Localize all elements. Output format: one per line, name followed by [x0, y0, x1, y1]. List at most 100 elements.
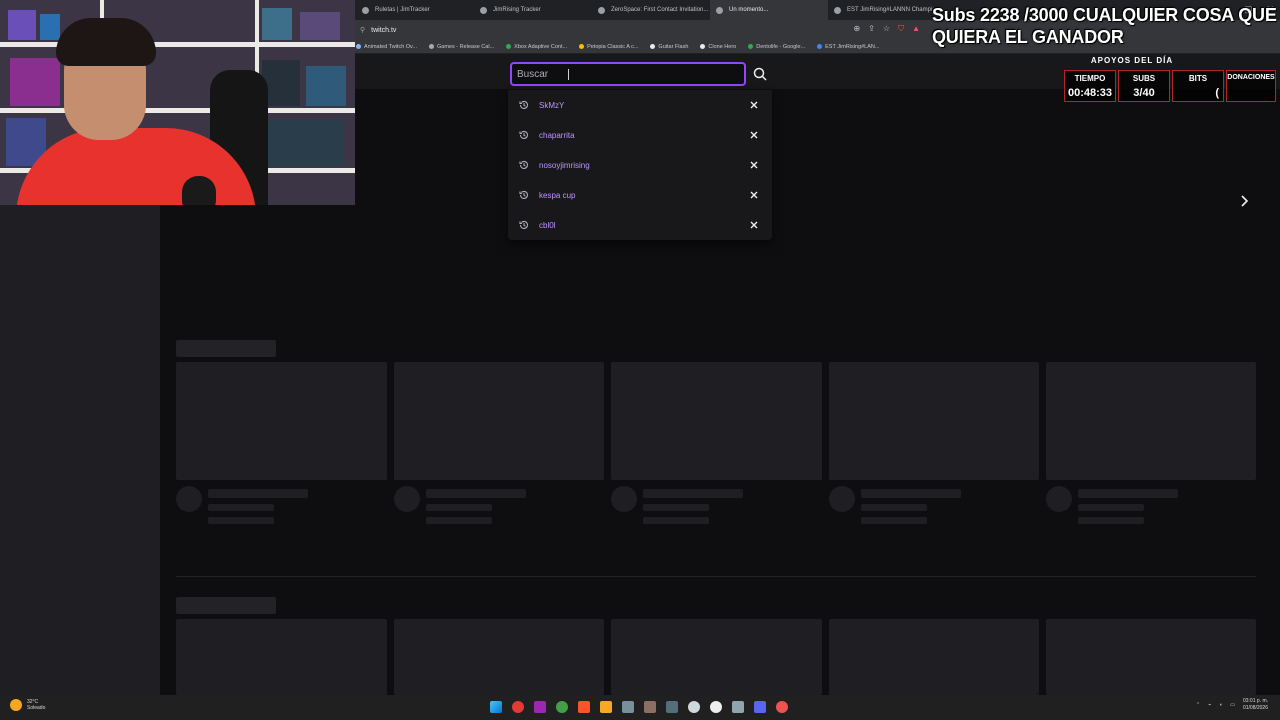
windows-taskbar: 32°C Soleado ⌃ ⌁ ◖ ▭ 03:01 p. m. 01/08/2…	[0, 695, 1280, 720]
tab-favicon-icon	[834, 6, 841, 14]
stream-card-placeholder[interactable]	[394, 362, 604, 480]
stream-card-placeholder[interactable]	[1046, 619, 1256, 695]
text-line-placeholder	[1078, 489, 1178, 498]
weather-text: 32°C Soleado	[27, 699, 45, 711]
bookmark-item[interactable]: EST JimRising#LAN...	[817, 44, 879, 50]
bookmark-item[interactable]: Guitar Flash	[650, 44, 688, 50]
app-icon[interactable]	[622, 701, 634, 713]
background-shelf	[0, 42, 355, 47]
remove-history-button[interactable]	[748, 129, 760, 141]
stream-card-placeholder[interactable]	[611, 619, 822, 695]
bookmark-label: Animated Twitch Ov...	[364, 43, 417, 50]
remove-history-button[interactable]	[748, 159, 760, 171]
chrome-icon[interactable]	[556, 701, 568, 713]
stream-card-placeholder[interactable]	[829, 362, 1039, 480]
avatar-placeholder	[1046, 486, 1072, 512]
history-item[interactable]: chaparrita	[508, 120, 772, 150]
app-icon[interactable]	[776, 701, 788, 713]
stream-card-placeholder[interactable]	[394, 619, 604, 695]
stream-card-placeholder[interactable]	[1046, 362, 1256, 480]
browser-tab[interactable]: Ruletas | JimTracker	[356, 0, 474, 20]
text-line-placeholder	[643, 504, 709, 511]
bookmark-label: Guitar Flash	[658, 43, 689, 50]
settings-icon[interactable]	[732, 701, 744, 713]
brave-icon[interactable]	[578, 701, 590, 713]
bookmark-item[interactable]: Animated Twitch Ov...	[356, 44, 417, 50]
chevron-right-icon[interactable]	[1238, 194, 1250, 208]
stream-card-placeholder[interactable]	[176, 362, 387, 480]
folder-icon[interactable]	[600, 701, 612, 713]
remove-history-button[interactable]	[748, 189, 760, 201]
stat-value: (	[1215, 87, 1219, 99]
search-button[interactable]	[750, 64, 770, 84]
app-icon[interactable]	[534, 701, 546, 713]
search-box	[510, 62, 746, 86]
media-player-icon[interactable]	[710, 701, 722, 713]
url-field[interactable]: ⚲ twitch.tv	[360, 26, 396, 35]
network-icon[interactable]: ⌁	[1208, 702, 1211, 708]
text-line-placeholder	[208, 517, 274, 524]
shelf-item	[10, 58, 60, 106]
share-icon[interactable]: ⇪	[868, 24, 875, 34]
shield-icon[interactable]: ⛉	[898, 24, 904, 34]
stream-card-placeholder[interactable]	[829, 619, 1039, 695]
shelf-item	[300, 12, 340, 40]
browser-tab[interactable]: JimRising Tracker	[474, 0, 592, 20]
history-item[interactable]: kespa cup	[508, 180, 772, 210]
browser-tab[interactable]: ZeroSpace: First Contact Invitation...	[592, 0, 710, 20]
remove-history-button[interactable]	[748, 219, 760, 231]
close-icon	[750, 161, 758, 169]
history-item[interactable]: nosoyjimrising	[508, 150, 772, 180]
site-info-icon[interactable]: ⚲	[360, 26, 365, 34]
bookmark-item[interactable]: Games - Release Cal...	[428, 44, 494, 50]
section-title-placeholder	[176, 340, 276, 357]
weather-widget[interactable]: 32°C Soleado	[10, 699, 45, 711]
keyboard-icon[interactable]: ▭	[1230, 702, 1235, 708]
stat-donations: DONACIONES	[1226, 70, 1276, 102]
bookmark-star-icon[interactable]: ☆	[883, 24, 890, 34]
tab-label: JimRising Tracker	[493, 7, 541, 13]
tab-favicon-icon	[362, 6, 369, 14]
obs-icon[interactable]	[688, 701, 700, 713]
remove-history-button[interactable]	[748, 99, 760, 111]
tab-label: Ruletas | JimTracker	[375, 7, 430, 13]
tab-label: ZeroSpace: First Contact Invitation...	[611, 7, 709, 13]
weather-desc: Soleado	[27, 705, 46, 711]
sun-icon	[10, 699, 22, 711]
history-item-label: SkMzY	[539, 100, 565, 110]
history-item-label: nosoyjimrising	[539, 160, 590, 170]
bookmark-item[interactable]: Petopia Classic A c...	[579, 44, 638, 50]
discord-icon[interactable]	[754, 701, 766, 713]
history-icon	[519, 190, 528, 199]
subs-goal-banner: Subs 2238 /3000 CUALQUIER COSA QUE QUIER…	[932, 5, 1277, 47]
bookmark-item[interactable]: Dentolife - Google...	[748, 44, 805, 50]
app-icon[interactable]	[644, 701, 656, 713]
clock[interactable]: 03:01 p. m. 01/08/2026	[1243, 698, 1268, 712]
shelf-item	[262, 8, 292, 40]
stream-card-placeholder[interactable]	[176, 619, 387, 695]
windows-start-icon[interactable]	[490, 701, 502, 713]
text-line-placeholder	[643, 489, 743, 498]
history-item[interactable]: SkMzY	[508, 90, 772, 120]
chevron-up-icon[interactable]: ⌃	[1196, 702, 1200, 708]
bookmark-favicon-icon	[506, 44, 512, 49]
history-item-label: cbl0l	[539, 220, 556, 230]
bookmark-item[interactable]: Xbox Adaptive Cont...	[506, 44, 567, 50]
zoom-icon[interactable]: ⊕	[854, 24, 861, 34]
history-item[interactable]: cbl0l	[508, 210, 772, 240]
screen: Ruletas | JimTracker JimRising Tracker Z…	[0, 0, 1280, 720]
bookmark-item[interactable]: Clone Hero	[700, 44, 736, 50]
bookmark-label: Xbox Adaptive Cont...	[514, 43, 568, 50]
address-bar-actions: ⊕ ⇪ ☆ ⛉ ▲	[854, 24, 921, 34]
browser-tab-active[interactable]: Un momento...	[710, 0, 828, 20]
volume-icon[interactable]: ◖	[1219, 702, 1222, 708]
browser-tab[interactable]: EST JimRising#LANNN Champion...	[828, 0, 946, 20]
app-icon[interactable]	[512, 701, 524, 713]
app-icon[interactable]	[666, 701, 678, 713]
shelf-item	[264, 120, 344, 166]
history-icon	[519, 220, 528, 229]
rewards-icon[interactable]: ▲	[912, 24, 920, 34]
microphone	[182, 176, 216, 205]
stream-card-placeholder[interactable]	[611, 362, 822, 480]
search-input[interactable]	[512, 64, 744, 85]
